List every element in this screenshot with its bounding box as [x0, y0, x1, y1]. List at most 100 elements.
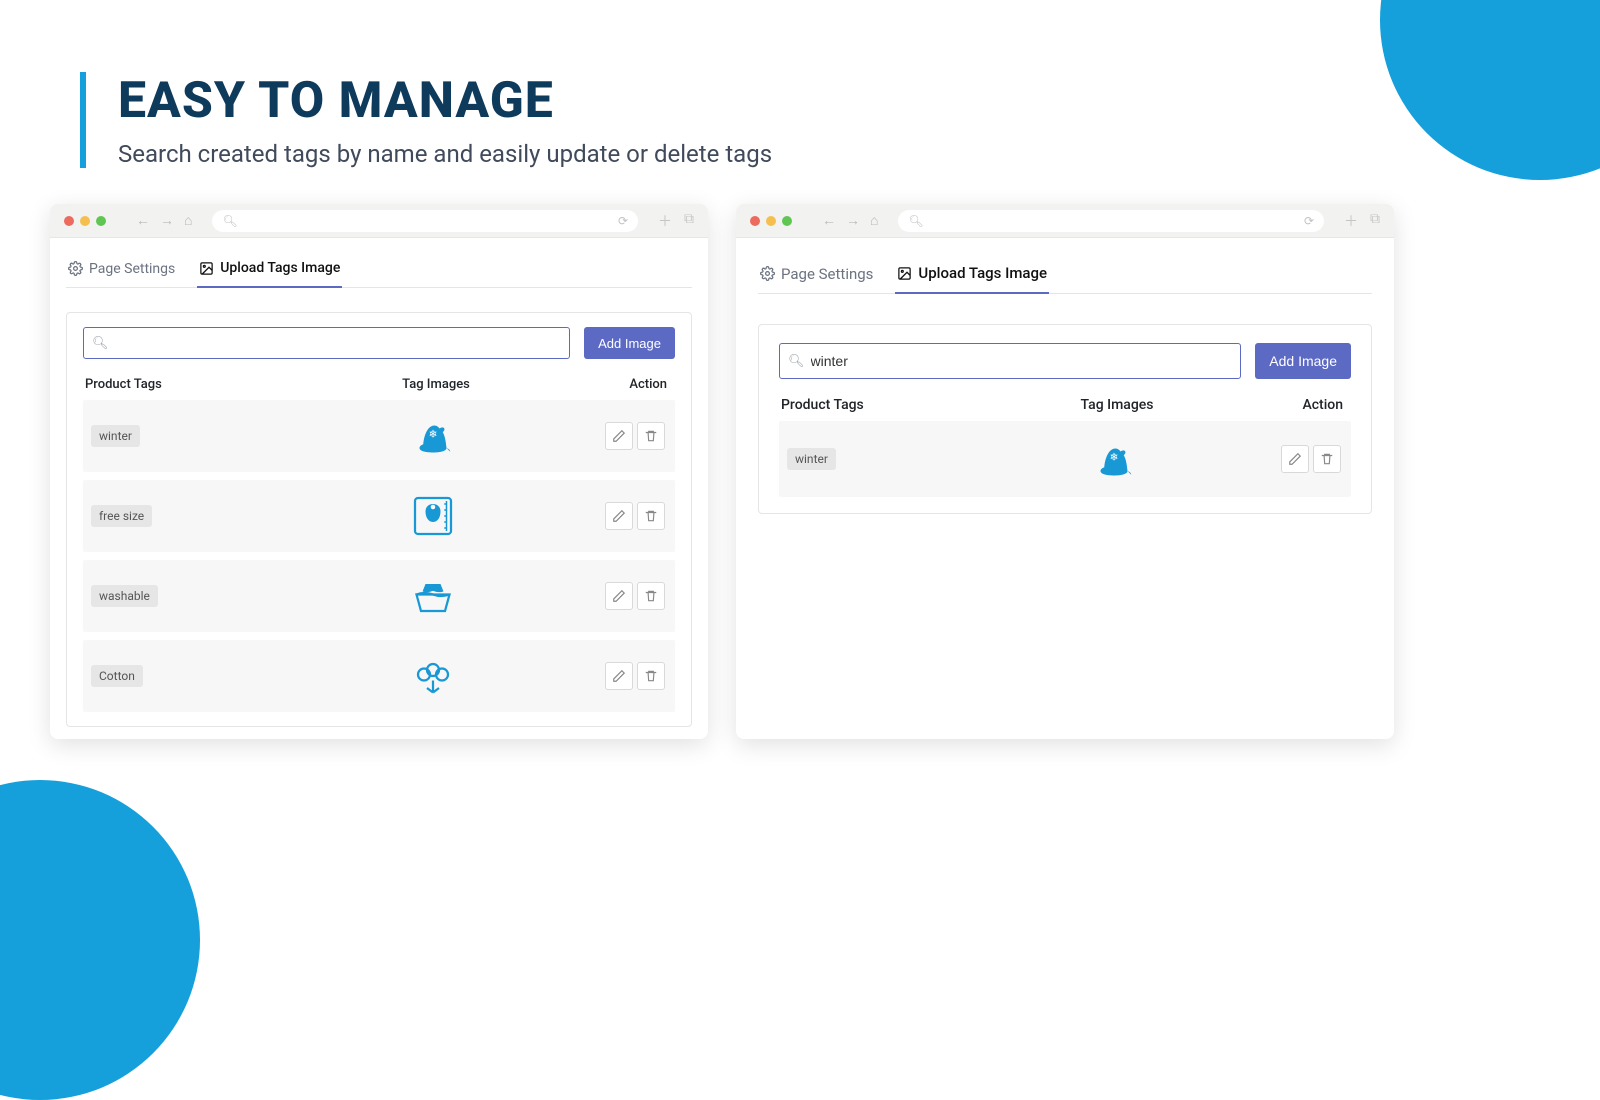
edit-button[interactable] — [1281, 445, 1309, 473]
maximize-dot[interactable] — [782, 216, 792, 226]
window-titlebar: ← → ⌂ 🔍︎ ⟳ ＋ ⧉ — [736, 204, 1394, 238]
reload-icon[interactable]: ⟳ — [618, 214, 628, 228]
tag-image-cell — [1005, 435, 1223, 483]
pencil-icon — [1288, 452, 1302, 466]
col-action: Action — [553, 377, 673, 392]
image-icon — [199, 261, 214, 276]
forward-icon[interactable]: → — [846, 212, 860, 229]
decorative-blob-top — [1380, 0, 1600, 180]
page-header: EASY TO MANAGE Search created tags by na… — [80, 72, 772, 168]
search-icon: 🔍︎ — [222, 214, 237, 228]
tab-upload-tags[interactable]: Upload Tags Image — [895, 256, 1049, 294]
copy-icon[interactable]: ⧉ — [684, 211, 694, 231]
browser-nav: ← → ⌂ — [136, 212, 192, 229]
page-subtitle: Search created tags by name and easily u… — [118, 140, 772, 168]
hat-icon — [409, 412, 457, 460]
tag-chip: free size — [91, 505, 152, 527]
search-icon: 🔍︎ — [788, 354, 805, 369]
edit-button[interactable] — [605, 662, 633, 690]
home-icon[interactable]: ⌂ — [184, 212, 192, 229]
col-action: Action — [1229, 397, 1349, 413]
edit-button[interactable] — [605, 422, 633, 450]
wash-icon — [409, 572, 457, 620]
tab-label: Page Settings — [89, 261, 175, 277]
gear-icon — [68, 261, 83, 276]
table-header: Product Tags Tag Images Action — [779, 393, 1351, 421]
new-tab-icon[interactable]: ＋ — [658, 211, 672, 231]
trash-icon — [644, 589, 658, 603]
table-header: Product Tags Tag Images Action — [83, 373, 675, 400]
pencil-icon — [612, 509, 626, 523]
tab-upload-tags[interactable]: Upload Tags Image — [197, 252, 342, 288]
edit-button[interactable] — [605, 582, 633, 610]
new-tab-icon[interactable]: ＋ — [1344, 211, 1358, 231]
tag-chip: washable — [91, 585, 158, 607]
trash-icon — [1320, 452, 1334, 466]
col-product-tags: Product Tags — [781, 397, 1005, 413]
delete-button[interactable] — [637, 502, 665, 530]
titlebar-actions: ＋ ⧉ — [658, 211, 694, 231]
copy-icon[interactable]: ⧉ — [1370, 211, 1380, 231]
app-tabs: Page Settings Upload Tags Image — [758, 256, 1372, 294]
decorative-blob-bottom — [0, 780, 200, 1100]
tag-image-cell — [319, 412, 547, 460]
close-dot[interactable] — [64, 216, 74, 226]
delete-button[interactable] — [1313, 445, 1341, 473]
edit-button[interactable] — [605, 502, 633, 530]
search-icon: 🔍︎ — [908, 214, 923, 228]
add-image-button[interactable]: Add Image — [1255, 343, 1351, 379]
cotton-icon — [409, 652, 457, 700]
browser-window-left: ← → ⌂ 🔍︎ ⟳ ＋ ⧉ Page Settings — [50, 204, 708, 739]
tab-label: Upload Tags Image — [220, 260, 340, 276]
table-row: winter — [779, 421, 1351, 497]
delete-button[interactable] — [637, 582, 665, 610]
tab-label: Upload Tags Image — [918, 264, 1047, 282]
search-field[interactable] — [811, 353, 1233, 369]
search-input[interactable]: 🔍︎ — [779, 343, 1241, 379]
tab-page-settings[interactable]: Page Settings — [758, 256, 875, 293]
minimize-dot[interactable] — [766, 216, 776, 226]
tab-label: Page Settings — [781, 265, 873, 283]
app-tabs: Page Settings Upload Tags Image — [66, 252, 692, 288]
titlebar-actions: ＋ ⧉ — [1344, 211, 1380, 231]
tag-image-cell — [319, 492, 547, 540]
table-row: free size — [83, 480, 675, 552]
forward-icon[interactable]: → — [160, 212, 174, 229]
home-icon[interactable]: ⌂ — [870, 212, 878, 229]
tags-panel: 🔍︎ Add Image Product Tags Tag Images Act… — [66, 312, 692, 727]
address-bar[interactable]: 🔍︎ ⟳ — [898, 210, 1324, 232]
delete-button[interactable] — [637, 662, 665, 690]
table-row: winter — [83, 400, 675, 472]
table-row: Cotton — [83, 640, 675, 712]
window-titlebar: ← → ⌂ 🔍︎ ⟳ ＋ ⧉ — [50, 204, 708, 238]
tag-chip: winter — [91, 425, 140, 447]
add-image-button[interactable]: Add Image — [584, 327, 675, 359]
address-bar[interactable]: 🔍︎ ⟳ — [212, 210, 638, 232]
trash-icon — [644, 509, 658, 523]
search-input[interactable]: 🔍︎ — [83, 327, 570, 359]
maximize-dot[interactable] — [96, 216, 106, 226]
back-icon[interactable]: ← — [822, 212, 836, 229]
col-tag-images: Tag Images — [1005, 397, 1229, 413]
hat-icon — [1090, 435, 1138, 483]
pencil-icon — [612, 429, 626, 443]
col-product-tags: Product Tags — [85, 377, 319, 392]
gear-icon — [760, 266, 775, 281]
search-field[interactable] — [115, 336, 562, 351]
traffic-lights — [64, 216, 106, 226]
page-title: EASY TO MANAGE — [118, 72, 772, 130]
pencil-icon — [612, 669, 626, 683]
reload-icon[interactable]: ⟳ — [1304, 214, 1314, 228]
trash-icon — [644, 669, 658, 683]
search-icon: 🔍︎ — [92, 336, 109, 351]
pencil-icon — [612, 589, 626, 603]
trash-icon — [644, 429, 658, 443]
minimize-dot[interactable] — [80, 216, 90, 226]
delete-button[interactable] — [637, 422, 665, 450]
close-dot[interactable] — [750, 216, 760, 226]
back-icon[interactable]: ← — [136, 212, 150, 229]
tag-chip: winter — [787, 448, 836, 470]
tab-page-settings[interactable]: Page Settings — [66, 252, 177, 287]
tag-image-cell — [319, 572, 547, 620]
browser-window-right: ← → ⌂ 🔍︎ ⟳ ＋ ⧉ Page Settings — [736, 204, 1394, 739]
